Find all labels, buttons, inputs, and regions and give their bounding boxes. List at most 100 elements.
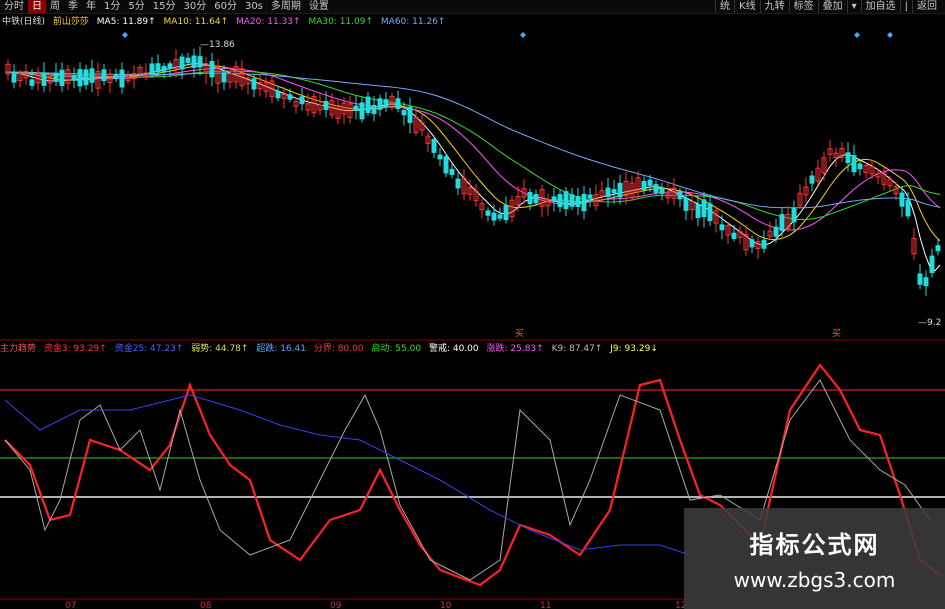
legend-title: 中铁(日线): [2, 17, 46, 27]
candle-body: [77, 69, 83, 87]
sub-legend-divider: 分界: 80.00: [313, 344, 364, 354]
candle-body: [641, 180, 647, 191]
candle-body: [89, 68, 95, 83]
candle-body: [845, 152, 851, 164]
candle-body: [923, 277, 929, 287]
candle-body: [773, 226, 779, 237]
sub-legend-change: 涨跌: 25.83↑: [486, 344, 544, 354]
candle-body: [59, 69, 65, 87]
sub-legend-start: 启动: 55.00: [371, 344, 422, 354]
candle-body: [503, 205, 509, 221]
candle-body: [53, 72, 59, 82]
candle-body: [485, 210, 491, 216]
sub-legend-alert: 警戒: 40.00: [428, 344, 479, 354]
candle-body: [791, 208, 797, 223]
candle-body: [353, 105, 359, 111]
candle-body: [851, 155, 857, 173]
candle-body: [119, 69, 125, 88]
sub-legend-oversold: 超跌: 16.41: [256, 344, 306, 354]
candle-body: [497, 214, 503, 219]
ma5-line: [4, 63, 941, 272]
candle-body: [365, 96, 371, 114]
candle-body: [113, 74, 119, 79]
candle-body: [221, 72, 227, 83]
sub-legend-title: 主力趋势: [0, 344, 37, 354]
candle-body: [191, 55, 197, 68]
low-price-label: —9.2: [918, 318, 941, 328]
candle-body: [395, 98, 401, 110]
candle-body: [683, 197, 689, 211]
sub-legend-fund25: 资金25: 47.23↑: [114, 344, 184, 354]
candle-body: [581, 193, 587, 212]
candle-body: [377, 98, 383, 110]
candle-body: [209, 60, 215, 78]
legend-ma30: MA30: 11.09↑: [308, 17, 374, 27]
candle-body: [359, 102, 365, 120]
candle-body: [275, 90, 281, 99]
candle-body: [587, 194, 593, 199]
watermark-url: www.zbgs3.com: [733, 568, 896, 592]
candle-body: [905, 199, 911, 217]
candle-body: [71, 75, 77, 81]
candle-body: [383, 99, 389, 108]
candle-body: [251, 78, 257, 90]
x-axis-label: 10: [440, 601, 452, 609]
candle-body: [179, 56, 185, 70]
candle-body: [83, 69, 89, 86]
candle-body: [29, 79, 35, 86]
candle-body: [701, 199, 707, 218]
legend-ma60: MA60: 11.26↑: [380, 17, 446, 27]
candle-body: [917, 273, 923, 285]
candle-body: [101, 69, 107, 82]
buy-marker-2: 买: [832, 328, 841, 339]
legend-ma20: MA20: 11.33↑: [235, 17, 301, 27]
legend-ma5: MA5: 11.89↑: [96, 17, 156, 27]
candle-body: [167, 63, 173, 69]
candle-body: [299, 96, 305, 105]
x-axis-label: 11: [540, 601, 551, 609]
candle-body: [401, 110, 407, 116]
candle-body: [809, 175, 815, 184]
candle-body: [557, 194, 563, 208]
candle-body: [455, 178, 461, 189]
sub-legend-j9: J9: 93.29↓: [610, 344, 658, 354]
candle-body: [527, 191, 533, 205]
signal-diamond-icon: [854, 32, 860, 38]
high-price-label: —13.86: [200, 40, 235, 50]
candle-body: [149, 63, 155, 75]
watermark-title: 指标公式网: [749, 531, 880, 559]
candle-body: [491, 212, 497, 221]
main-legend: 中铁(日线) 前山莎莎 MA5: 11.89↑ MA10: 11.64↑ MA2…: [2, 16, 450, 28]
candle-body: [443, 156, 449, 174]
candle-body: [449, 168, 455, 175]
candle-body: [551, 196, 557, 202]
candle-body: [647, 179, 653, 186]
candle-body: [41, 72, 47, 86]
candle-body: [407, 106, 413, 123]
candle-body: [605, 187, 611, 198]
candle-body: [437, 154, 443, 160]
candle-body: [935, 245, 941, 252]
candle-body: [569, 194, 575, 207]
candle-body: [929, 255, 935, 274]
sub-legend-fund3: 资金3: 93.29↑: [43, 344, 107, 354]
candle-body: [731, 232, 737, 239]
candle-body: [323, 100, 329, 110]
candle-body: [695, 203, 701, 219]
candle-body: [575, 196, 581, 207]
signal-diamond-icon: [520, 32, 526, 38]
signal-diamond-icon: [887, 32, 893, 38]
candle-body: [857, 163, 863, 170]
candle-body: [155, 63, 161, 73]
candle-body: [563, 191, 569, 210]
watermark-banner: 指标公式网 www.zbgs3.com: [684, 508, 945, 609]
candle-body: [719, 224, 725, 231]
candle-body: [431, 139, 437, 153]
candle-body: [371, 104, 377, 114]
candle-body: [287, 94, 293, 100]
ma10-line: [4, 64, 941, 242]
candle-body: [707, 203, 713, 222]
legend-indicator: 前山莎莎: [52, 17, 89, 27]
sub-legend: 主力趋势 资金3: 93.29↑ 资金25: 47.23↑ 弱势: 44.78↑…: [0, 343, 663, 355]
candle-body: [185, 57, 191, 63]
